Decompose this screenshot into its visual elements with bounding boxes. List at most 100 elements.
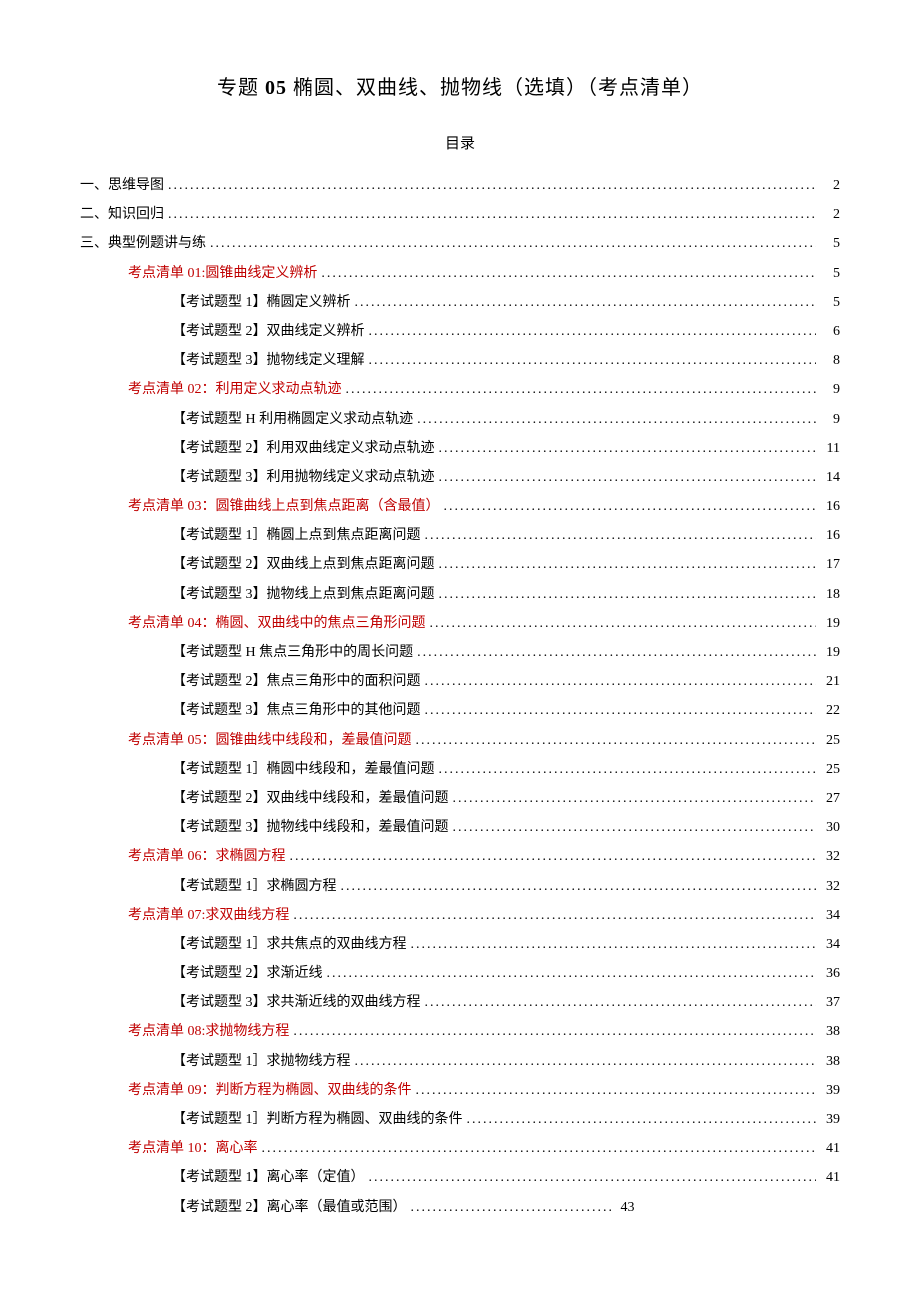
toc-page-number: 6 xyxy=(820,319,840,344)
toc-page-number: 38 xyxy=(820,1049,840,1074)
toc-leader-dots xyxy=(425,523,817,548)
toc-label: 二、知识回归 xyxy=(80,202,164,227)
toc-label: 【考试题型 1］椭圆中线段和，差最值问题 xyxy=(172,757,435,782)
toc-page-number: 14 xyxy=(820,465,840,490)
toc-leader-dots xyxy=(416,728,817,753)
toc-label: 【考试题型 3】利用抛物线定义求动点轨迹 xyxy=(172,465,435,490)
toc-label: 考点清单 06：求椭圆方程 xyxy=(128,844,286,869)
toc-entry: 三、典型例题讲与练5 xyxy=(80,231,840,256)
toc-page-number: 18 xyxy=(820,582,840,607)
toc-page-number: 34 xyxy=(820,903,840,928)
toc-entry: 【考试题型 1］判断方程为椭圆、双曲线的条件39 xyxy=(172,1107,840,1132)
toc-leader-dots xyxy=(425,698,817,723)
toc-page-number: 36 xyxy=(820,961,840,986)
toc-leader-dots xyxy=(369,1165,817,1190)
toc-entry: 【考试题型 3】焦点三角形中的其他问题 22 xyxy=(172,698,840,723)
toc-entry: 【考试题型 1］求椭圆方程 32 xyxy=(172,874,840,899)
toc-leader-dots xyxy=(416,1078,817,1103)
toc-entry: 【考试题型 2】求渐近线 36 xyxy=(172,961,840,986)
toc-entry: 【考试题型 1】椭圆定义辨析 5 xyxy=(172,290,840,315)
toc-page-number: 16 xyxy=(820,523,840,548)
toc-leader-dots xyxy=(355,1049,817,1074)
toc-label: 考点清单 01:圆锥曲线定义辨析 xyxy=(128,261,317,286)
toc-leader-dots xyxy=(290,844,817,869)
toc-leader-dots xyxy=(346,377,817,402)
toc-leader-dots xyxy=(369,348,817,373)
toc-entry: 【考试题型 2】双曲线上点到焦点距离问题17 xyxy=(172,552,840,577)
toc-label: 【考试题型 1］判断方程为椭圆、双曲线的条件 xyxy=(172,1107,463,1132)
toc-leader-dots xyxy=(439,465,817,490)
toc-page-number: 41 xyxy=(820,1136,840,1161)
toc-leader-dots xyxy=(453,786,817,811)
toc-entry: 考点清单 02：利用定义求动点轨迹9 xyxy=(128,377,840,402)
toc-page-number: 5 xyxy=(820,290,840,315)
toc-label: 考点清单 02：利用定义求动点轨迹 xyxy=(128,377,342,402)
toc-label: 【考试题型 3】抛物线上点到焦点距离问题 xyxy=(172,582,435,607)
toc-leader-dots xyxy=(411,932,817,957)
toc-leader-dots xyxy=(411,1195,611,1220)
toc-page-number: 41 xyxy=(820,1165,840,1190)
toc-label: 【考试题型 2】求渐近线 xyxy=(172,961,323,986)
toc-label: 【考试题型 2】焦点三角形中的面积问题 xyxy=(172,669,421,694)
toc-leader-dots xyxy=(467,1107,817,1132)
toc-entry: 【考试题型 2】双曲线中线段和，差最值问题27 xyxy=(172,786,840,811)
toc-heading: 目录 xyxy=(80,131,840,158)
toc-entry: 考点清单 08:求抛物线方程 38 xyxy=(128,1019,840,1044)
toc-leader-dots xyxy=(210,231,816,256)
toc-label: 【考试题型 H 焦点三角形中的周长问题 xyxy=(172,640,413,665)
toc-leader-dots xyxy=(439,757,817,782)
toc-page-number: 27 xyxy=(820,786,840,811)
toc-label: 考点清单 04：椭圆、双曲线中的焦点三角形问题 xyxy=(128,611,426,636)
toc-entry: 考点清单 01:圆锥曲线定义辨析 5 xyxy=(128,261,840,286)
toc-entry: 二、知识回归2 xyxy=(80,202,840,227)
toc-page-number: 2 xyxy=(820,173,840,198)
toc-page-number: 32 xyxy=(820,844,840,869)
table-of-contents: 一、思维导图2二、知识回归2三、典型例题讲与练5考点清单 01:圆锥曲线定义辨析… xyxy=(80,173,840,1220)
toc-leader-dots xyxy=(439,436,817,461)
toc-label: 【考试题型 2】离心率（最值或范围） xyxy=(172,1195,407,1220)
toc-leader-dots xyxy=(293,1019,816,1044)
toc-label: 【考试题型 1］求抛物线方程 xyxy=(172,1049,351,1074)
toc-entry: 考点清单 07:求双曲线方程 34 xyxy=(128,903,840,928)
toc-label: 【考试题型 3】抛物线定义理解 xyxy=(172,348,365,373)
toc-page-number: 9 xyxy=(820,407,840,432)
toc-label: 【考试题型 3】焦点三角形中的其他问题 xyxy=(172,698,421,723)
page-title: 专题 05 椭圆、双曲线、抛物线（选填）（考点清单） xyxy=(80,70,840,106)
toc-label: 考点清单 10：离心率 xyxy=(128,1136,258,1161)
toc-page-number: 5 xyxy=(820,261,840,286)
toc-leader-dots xyxy=(321,261,816,286)
toc-entry: 一、思维导图 2 xyxy=(80,173,840,198)
toc-label: 【考试题型 1］椭圆上点到焦点距离问题 xyxy=(172,523,421,548)
toc-label: 【考试题型 1】椭圆定义辨析 xyxy=(172,290,351,315)
toc-label: 【考试题型 2】双曲线上点到焦点距离问题 xyxy=(172,552,435,577)
toc-leader-dots xyxy=(355,290,817,315)
toc-leader-dots xyxy=(168,202,816,227)
toc-page-number: 30 xyxy=(820,815,840,840)
toc-entry: 考点清单 10：离心率 41 xyxy=(128,1136,840,1161)
toc-page-number: 25 xyxy=(820,757,840,782)
title-prefix: 专题 xyxy=(217,77,259,99)
toc-label: 考点清单 05：圆锥曲线中线段和，差最值问题 xyxy=(128,728,412,753)
toc-leader-dots xyxy=(425,990,817,1015)
toc-page-number: 32 xyxy=(820,874,840,899)
toc-page-number: 22 xyxy=(820,698,840,723)
toc-entry: 【考试题型 1］求共焦点的双曲线方程34 xyxy=(172,932,840,957)
toc-leader-dots xyxy=(327,961,817,986)
toc-label: 三、典型例题讲与练 xyxy=(80,231,206,256)
toc-entry: 【考试题型 1］椭圆中线段和，差最值问题 25 xyxy=(172,757,840,782)
toc-entry: 【考试题型 3】抛物线上点到焦点距离问题 18 xyxy=(172,582,840,607)
toc-page-number: 25 xyxy=(820,728,840,753)
toc-leader-dots xyxy=(341,874,817,899)
title-number: 05 xyxy=(265,77,287,99)
toc-leader-dots xyxy=(168,173,816,198)
toc-entry: 【考试题型 1］求抛物线方程 38 xyxy=(172,1049,840,1074)
toc-label: 一、思维导图 xyxy=(80,173,164,198)
toc-label: 【考试题型 1】离心率（定值） xyxy=(172,1165,365,1190)
toc-entry: 【考试题型 3】求共渐近线的双曲线方程37 xyxy=(172,990,840,1015)
toc-page-number: 16 xyxy=(820,494,840,519)
toc-entry: 【考试题型 3】抛物线定义理解8 xyxy=(172,348,840,373)
toc-label: 考点清单 09：判断方程为椭圆、双曲线的条件 xyxy=(128,1078,412,1103)
toc-leader-dots xyxy=(425,669,817,694)
toc-label: 【考试题型 2】利用双曲线定义求动点轨迹 xyxy=(172,436,435,461)
toc-label: 【考试题型 1］求共焦点的双曲线方程 xyxy=(172,932,407,957)
